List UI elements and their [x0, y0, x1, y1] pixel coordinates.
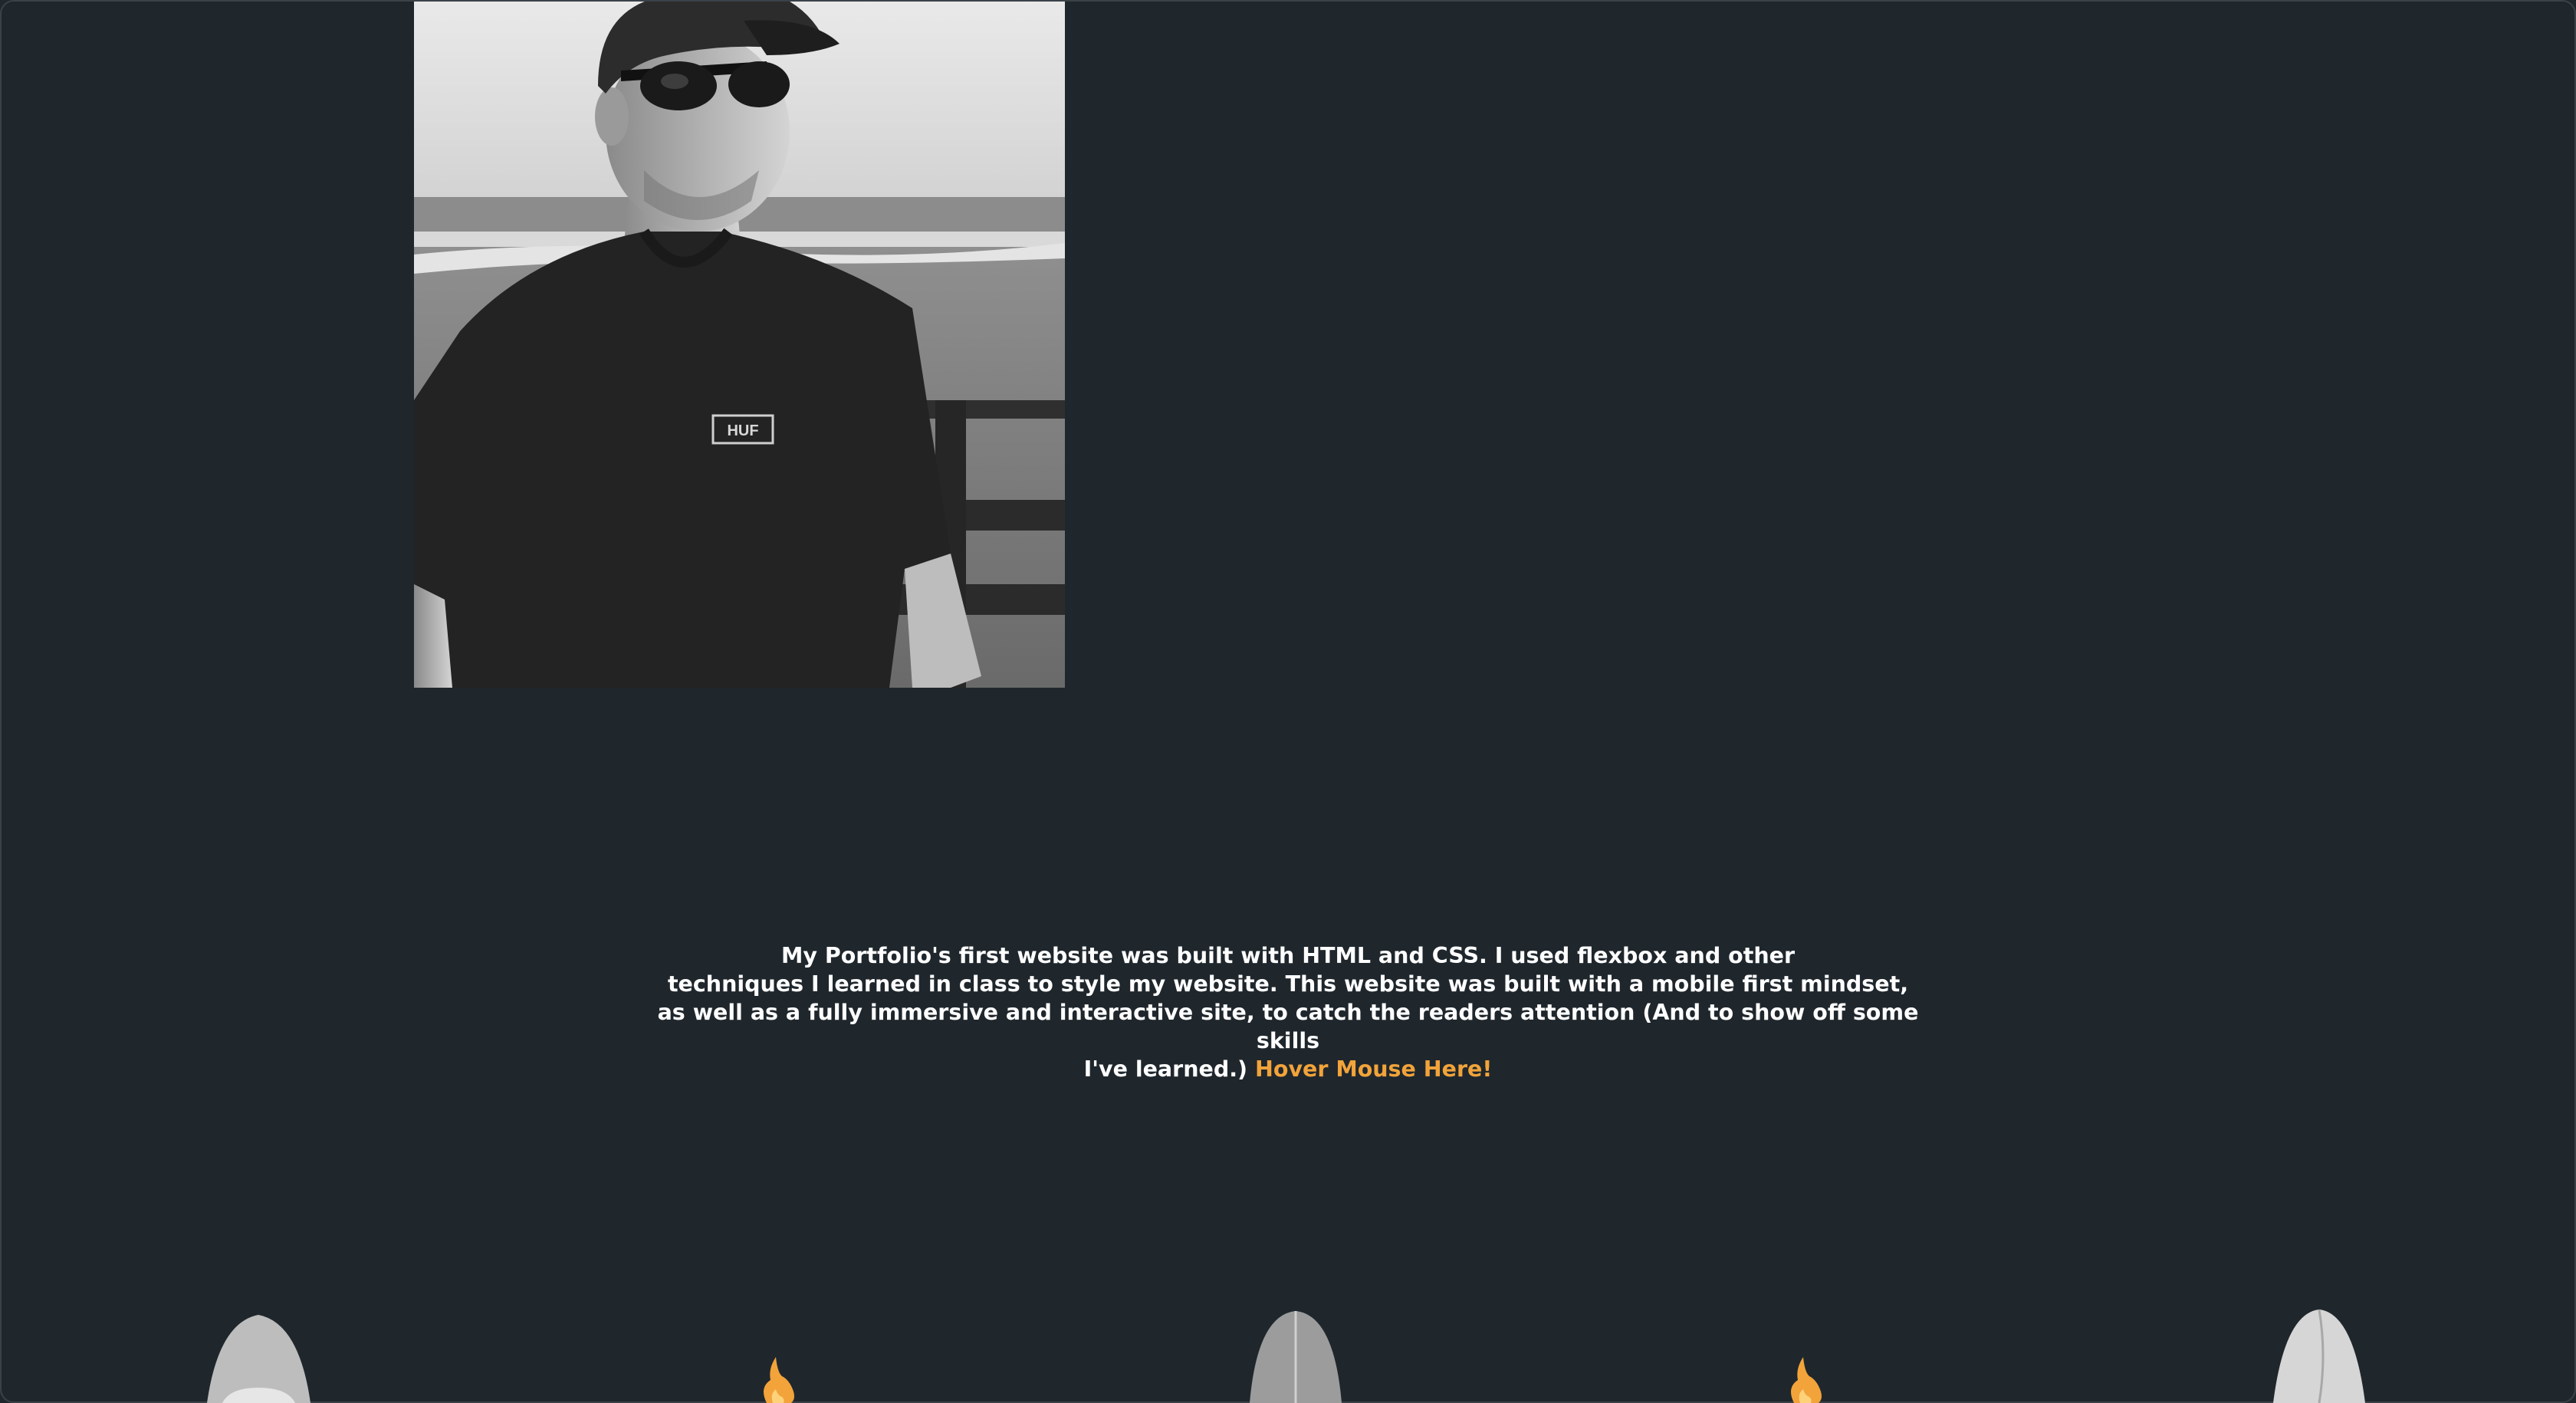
flame-icon [1786, 1357, 1825, 1403]
description-line-1: My Portfolio's first website was built w… [780, 943, 1796, 968]
window-frame [0, 0, 2576, 1403]
portrait-photo: HUF [414, 2, 1065, 688]
svg-text:HUF: HUF [727, 422, 758, 439]
description-line-4-text: I've learned.) [1083, 1056, 1248, 1082]
hover-mouse-link[interactable]: Hover Mouse Here! [1255, 1056, 1492, 1082]
description-line-2: techniques I learned in class to style m… [667, 971, 1909, 997]
surfboard-icon [207, 1315, 310, 1403]
surfboard-icon [1250, 1311, 1342, 1403]
surfboard-icon [2273, 1309, 2365, 1403]
description-line-4: I've learned.) Hover Mouse Here! [644, 1055, 1932, 1083]
description-line-3: as well as a fully immersive and interac… [657, 1000, 1919, 1053]
flame-icon [759, 1357, 797, 1403]
portfolio-description: My Portfolio's first website was built w… [644, 941, 1932, 1083]
